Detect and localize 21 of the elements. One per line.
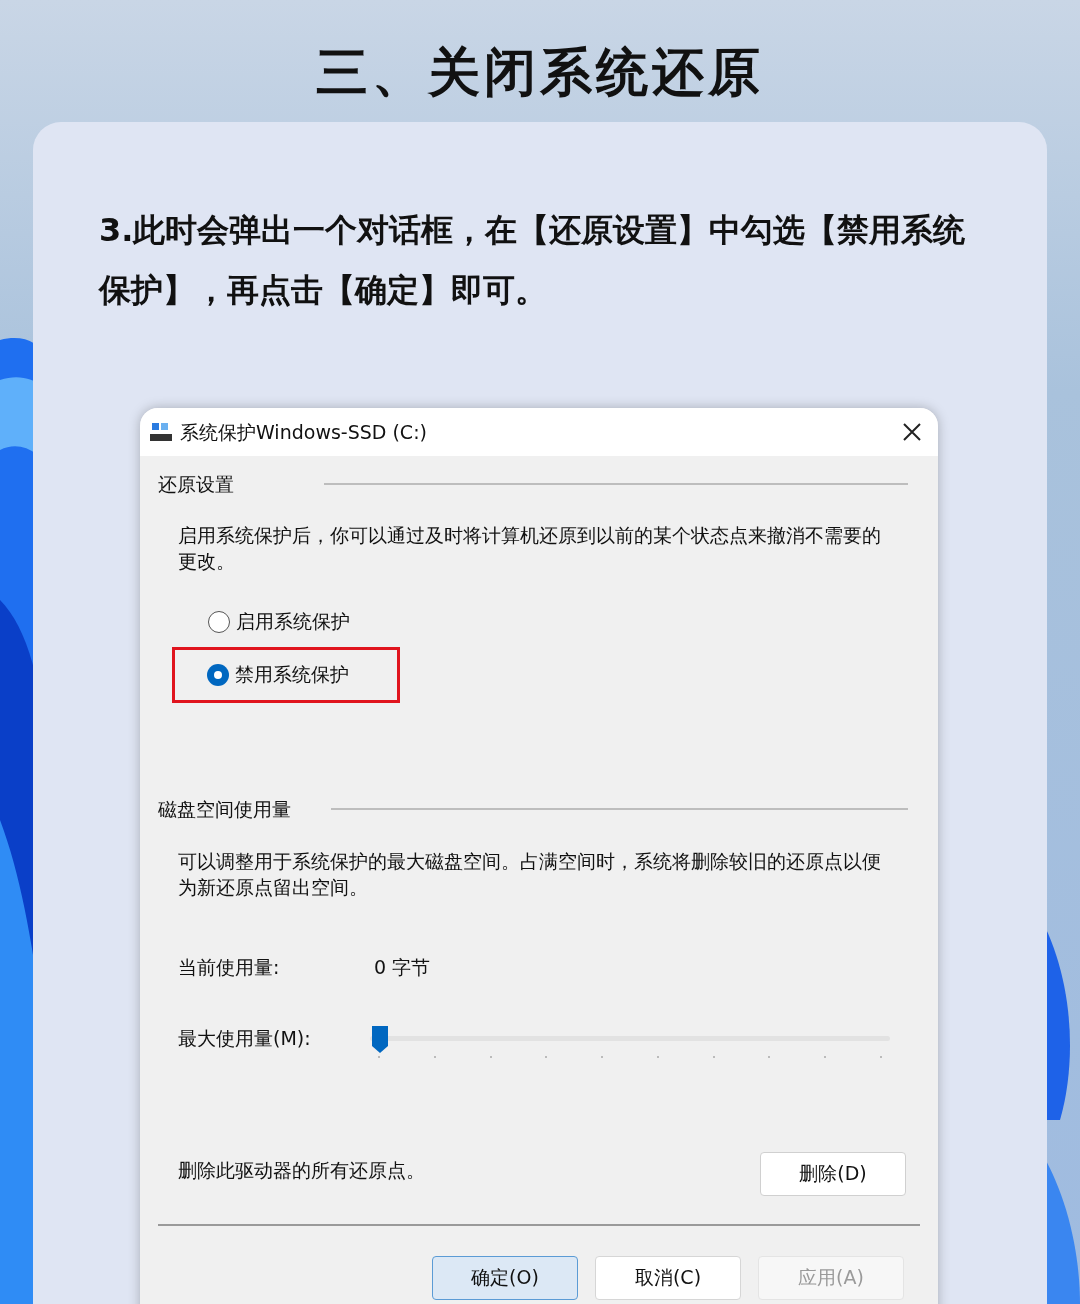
page-heading: 三、关闭系统还原 <box>316 41 764 104</box>
instruction-text: 3.此时会弹出一个对话框，在【还原设置】中勾选【禁用系统保护】，再点击【确定】即可。 <box>99 210 967 311</box>
slider-track[interactable] <box>370 1029 890 1060</box>
delete-description: 删除此驱动器的所有还原点。 <box>178 1157 425 1183</box>
window-title: 系统保护Windows-SSD (C:) <box>180 419 427 445</box>
radio-label: 启用系统保护 <box>236 609 350 635</box>
delete-button[interactable]: 删除(D) <box>760 1151 906 1196</box>
field-value: 0 字节 <box>374 955 431 980</box>
field-label: 当前使用量: <box>178 955 281 980</box>
radio-label: 禁用系统保护 <box>235 662 349 688</box>
description-text: 启用系统保护后，你可以通过及时将计算机还原到以前的某个状态点来撤消不需要的更改。 <box>178 523 882 574</box>
close-icon[interactable] <box>902 422 922 442</box>
section-label: 磁盘空间使用量 <box>158 796 291 822</box>
field-label: 最大使用量(M): <box>178 1025 312 1051</box>
radio-button[interactable] <box>208 610 230 633</box>
radio-button[interactable] <box>207 663 229 686</box>
slider-thumb[interactable] <box>370 1023 390 1054</box>
dialog-button[interactable]: 取消(C) <box>595 1255 741 1300</box>
description-text: 可以调整用于系统保护的最大磁盘空间。占满空间时，系统将删除较旧的还原点以便为新还原点留出空间。 <box>178 850 882 900</box>
dialog-button[interactable]: 确定(O) <box>432 1255 578 1300</box>
section-label: 还原设置 <box>158 472 234 497</box>
